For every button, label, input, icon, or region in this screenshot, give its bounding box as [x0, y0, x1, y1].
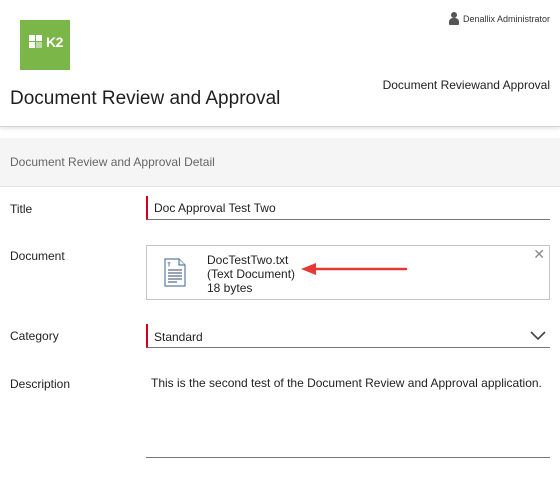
logo-text: K2: [46, 34, 63, 50]
description-field[interactable]: This is the second test of the Document …: [151, 376, 542, 390]
app-name: Document Reviewand Approval: [382, 78, 550, 92]
k2-logo[interactable]: K2: [20, 20, 70, 70]
user-name: Denallix Administrator: [462, 13, 550, 24]
logo-squares-icon: [29, 35, 45, 51]
text-document-icon: T: [164, 258, 186, 287]
user-icon: [448, 12, 459, 25]
title-value: Doc Approval Test Two: [154, 201, 276, 215]
app-header: K2 Denallix Administrator Document Revie…: [0, 0, 560, 127]
category-value: Standard: [154, 330, 203, 344]
category-label: Category: [10, 329, 59, 343]
chevron-down-icon[interactable]: [530, 331, 546, 341]
section-header: Document Review and Approval Detail: [0, 138, 560, 187]
document-file-type: (Text Document): [207, 267, 296, 281]
section-title: Document Review and Approval Detail: [10, 155, 215, 169]
description-label: Description: [10, 377, 71, 391]
user-menu[interactable]: Denallix Administrator: [448, 12, 550, 25]
title-label: Title: [10, 202, 33, 216]
document-info: DocTestTwo.txt (Text Document) 18 bytes: [207, 253, 295, 295]
annotation-arrow: [301, 263, 408, 275]
document-label: Document: [10, 249, 65, 263]
document-file-name[interactable]: DocTestTwo.txt: [207, 253, 295, 267]
page-title: Document Review and Approval: [10, 88, 281, 109]
page: K2 Denallix Administrator Document Revie…: [0, 0, 560, 481]
title-field[interactable]: Doc Approval Test Two: [146, 196, 550, 220]
document-file-size: 18 bytes: [207, 281, 253, 295]
category-dropdown[interactable]: Standard: [146, 324, 550, 348]
description-underline: [146, 457, 550, 458]
close-icon[interactable]: ✕: [533, 247, 545, 261]
svg-text:T: T: [168, 263, 171, 269]
